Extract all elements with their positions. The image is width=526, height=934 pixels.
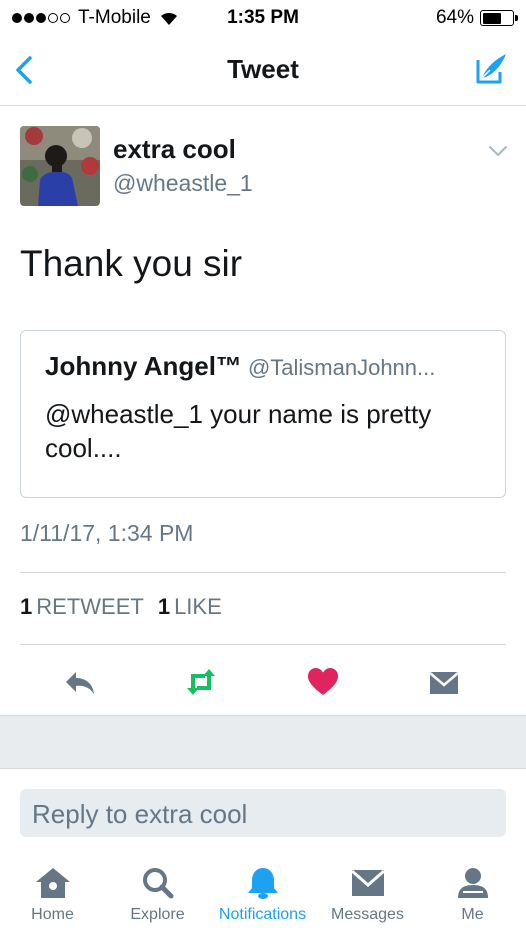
tab-label-home: Home: [31, 906, 74, 923]
quoted-tweet-card[interactable]: Johnny Angel™ @TalismanJohnn... @wheastle…: [20, 330, 506, 498]
battery-icon: [480, 10, 518, 26]
tab-bar: Home Explore Notifications Messages Me: [0, 852, 526, 934]
quoted-user-name: Johnny Angel™: [45, 351, 242, 381]
user-handle[interactable]: @wheastle_1: [113, 170, 253, 197]
tab-label-notifications: Notifications: [218, 906, 307, 923]
divider: [20, 644, 506, 645]
quoted-tweet-text: @wheastle_1 your name is pretty cool....: [45, 399, 432, 463]
tab-me[interactable]: Me: [420, 862, 525, 934]
user-name[interactable]: extra cool: [113, 134, 236, 165]
tab-explore[interactable]: Explore: [105, 862, 210, 934]
retweets-stat[interactable]: 1 RETWEET: [20, 594, 144, 620]
home-icon: [35, 868, 70, 898]
person-icon: [457, 868, 488, 898]
avatar[interactable]: [20, 126, 100, 206]
reply-input[interactable]: Reply to extra cool: [20, 789, 506, 837]
tweet-text: Thank you sir: [20, 243, 243, 284]
status-bar: T-Mobile 1:35 PM 64%: [0, 0, 526, 36]
bell-icon: [247, 868, 278, 899]
separator-band: [0, 715, 526, 769]
tweet-actions: [0, 660, 526, 704]
tab-messages[interactable]: Messages: [315, 862, 420, 934]
page-title: Tweet: [227, 54, 299, 84]
tab-home[interactable]: Home: [0, 862, 105, 934]
direct-message-icon[interactable]: [426, 664, 462, 700]
envelope-icon: [350, 869, 385, 896]
retweets-label: RETWEET: [36, 594, 144, 619]
divider: [20, 572, 506, 573]
tab-label-me: Me: [461, 906, 484, 923]
compose-icon[interactable]: [472, 50, 510, 88]
battery-percent: 64%: [435, 7, 474, 28]
quoted-tweet-header: Johnny Angel™ @TalismanJohnn...: [45, 351, 485, 382]
tweet-timestamp: 1/11/17, 1:34 PM: [20, 520, 194, 546]
retweets-count: 1: [20, 594, 33, 619]
tab-notifications[interactable]: Notifications: [210, 862, 315, 934]
chevron-down-icon[interactable]: [488, 144, 508, 158]
quoted-user-handle: @TalismanJohnn...: [247, 355, 436, 380]
likes-stat[interactable]: 1 LIKE: [158, 594, 222, 620]
tab-label-explore: Explore: [130, 906, 185, 923]
search-icon: [142, 868, 173, 899]
tweet-stats: 1 RETWEET 1 LIKE: [20, 594, 236, 620]
tab-label-messages: Messages: [331, 906, 404, 923]
likes-count: 1: [157, 594, 171, 619]
status-right: 64%: [435, 7, 518, 29]
retweet-icon[interactable]: [183, 664, 219, 700]
nav-bar: Tweet: [0, 36, 526, 106]
reply-icon[interactable]: [62, 664, 98, 700]
like-heart-icon[interactable]: [305, 664, 341, 700]
likes-label: LIKE: [174, 594, 222, 619]
